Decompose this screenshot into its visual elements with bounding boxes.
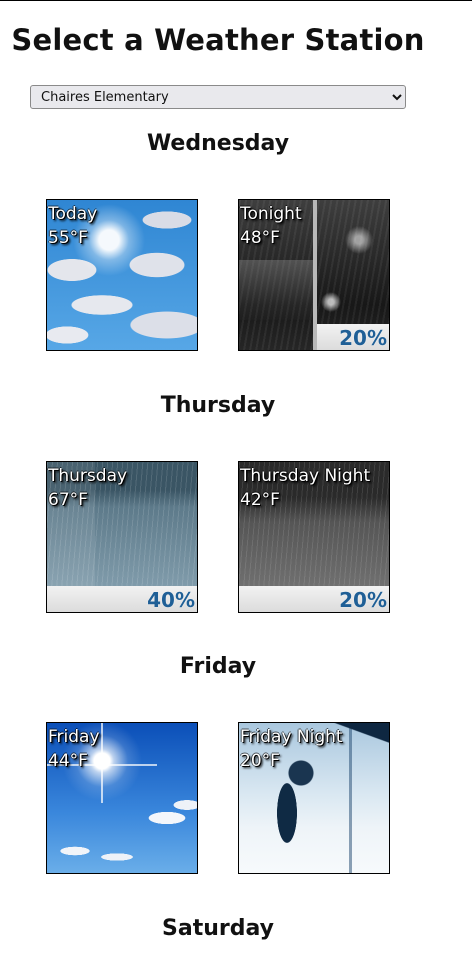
forecast-tile-friday[interactable]: Friday 44°F bbox=[46, 722, 198, 874]
forecast-tile-label: Thursday 67°F bbox=[48, 464, 127, 512]
precip-chance: 20% bbox=[339, 326, 387, 350]
precip-chance: 20% bbox=[339, 588, 387, 612]
period-name: Thursday Night bbox=[240, 466, 371, 486]
window-top-border bbox=[0, 0, 472, 1]
period-temp: 48°F bbox=[240, 228, 280, 248]
forecast-tile-tonight[interactable]: Tonight 48°F 20% bbox=[238, 199, 390, 351]
forecast-tile-today[interactable]: Today 55°F bbox=[46, 199, 198, 351]
forecast-tile-thursday[interactable]: Thursday 67°F 40% bbox=[46, 461, 198, 613]
period-temp: 67°F bbox=[48, 490, 88, 510]
precip-chance: 40% bbox=[147, 588, 195, 612]
day-heading-friday: Friday bbox=[179, 654, 257, 679]
period-temp: 44°F bbox=[48, 751, 88, 771]
forecast-tile-label: Friday Night 20°F bbox=[240, 725, 343, 773]
period-name: Tonight bbox=[240, 204, 302, 224]
forecast-tile-label: Tonight 48°F bbox=[240, 202, 302, 250]
period-name: Thursday bbox=[48, 466, 128, 486]
day-heading-saturday: Saturday bbox=[162, 916, 274, 941]
fog-overlay bbox=[239, 260, 313, 320]
station-select[interactable]: Chaires Elementary bbox=[30, 85, 406, 109]
forecast-tile-label: Friday 44°F bbox=[48, 725, 100, 773]
period-name: Friday bbox=[48, 727, 100, 747]
period-name: Friday Night bbox=[240, 727, 343, 747]
forecast-tile-label: Today 55°F bbox=[48, 202, 97, 250]
day-heading-thursday: Thursday bbox=[160, 393, 276, 418]
day-heading-wednesday: Wednesday bbox=[146, 131, 290, 156]
period-name: Today bbox=[48, 204, 98, 224]
period-temp: 55°F bbox=[48, 228, 88, 248]
forecast-tile-friday-night[interactable]: Friday Night 20°F bbox=[238, 722, 390, 874]
forecast-tile-thursday-night[interactable]: Thursday Night 42°F 20% bbox=[238, 461, 390, 613]
period-temp: 42°F bbox=[240, 490, 280, 510]
period-temp: 20°F bbox=[240, 751, 280, 771]
page-title: Select a Weather Station bbox=[11, 23, 425, 57]
forecast-tile-label: Thursday Night 42°F bbox=[240, 464, 370, 512]
